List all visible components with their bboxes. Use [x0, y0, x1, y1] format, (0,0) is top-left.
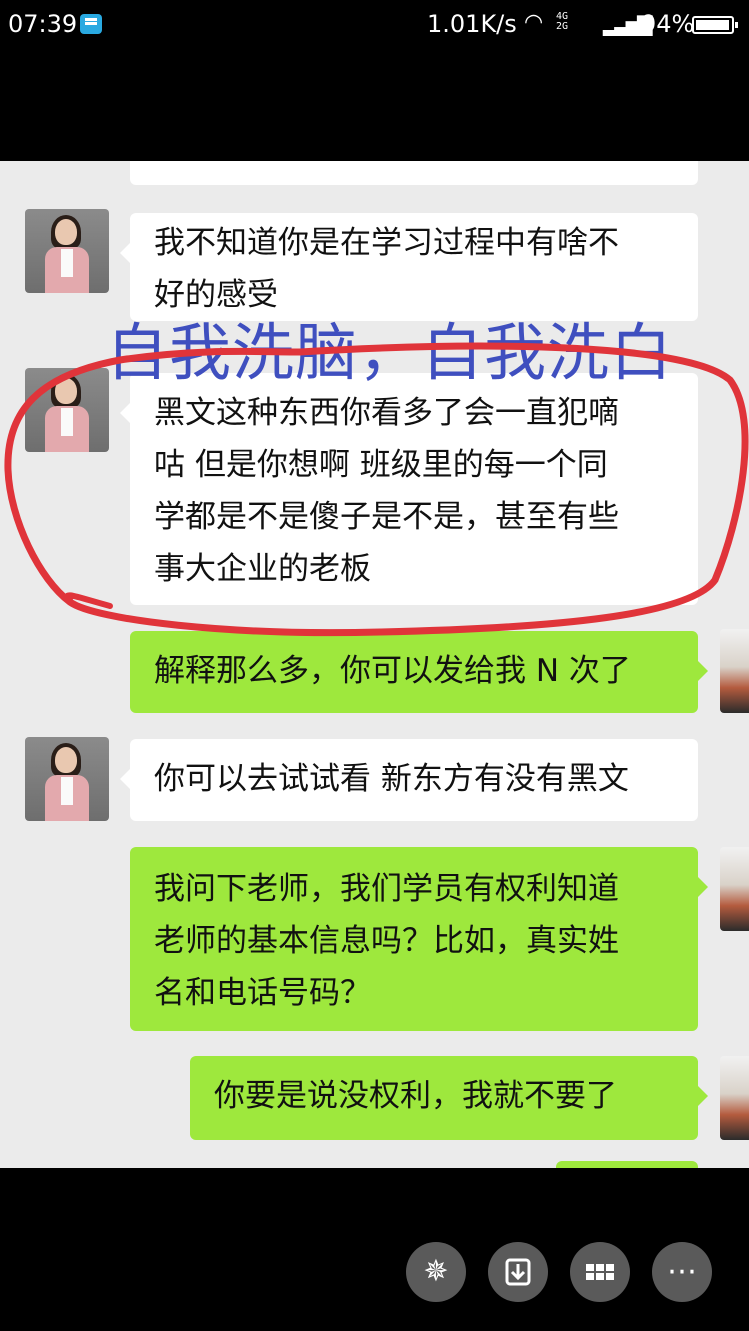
sent-message[interactable]: 解释那么多，你可以发给我 N 次了 — [130, 631, 708, 713]
message-line: 老师的基本信息吗？比如，真实姓 — [154, 923, 619, 959]
sent-message[interactable]: 我问下老师，我们学员有权利知道 老师的基本信息吗？比如，真实姓 名和电话号码？ — [130, 847, 708, 1031]
battery-icon — [692, 16, 738, 34]
message-line: 事大企业的老板 — [154, 551, 371, 587]
download-icon[interactable] — [488, 1242, 548, 1302]
received-message[interactable]: 黑文这种东西你看多了会一直犯嘀 咕 但是你想啊 班级里的每一个同 学都是不是傻子… — [120, 373, 698, 605]
message-line: 咕 但是你想啊 班级里的每一个同 — [154, 447, 608, 483]
sent-message[interactable]: 你要是说没权利，我就不要了 — [190, 1056, 708, 1140]
status-time: 07:39 — [8, 10, 78, 38]
message-line: 我不知道你是在学习过程中有啥不 — [154, 225, 619, 261]
message-line: 黑文这种东西你看多了会一直犯嘀 — [154, 395, 619, 431]
status-bar: 07:39 1.01K/s ◠ 4G 2G ▂▃▅▇ 94% — [0, 0, 749, 52]
grid-icon[interactable] — [570, 1242, 630, 1302]
message-line: 好的感受 — [154, 277, 278, 313]
message-line: 我问下老师，我们学员有权利知道 — [154, 871, 619, 907]
network-speed: 1.01K/s — [427, 10, 517, 38]
battery-percent: 94% — [641, 10, 695, 38]
my-avatar[interactable] — [720, 847, 749, 931]
message-line: 名和电话号码？ — [154, 975, 371, 1011]
received-message[interactable]: 我不知道你是在学习过程中有啥不 好的感受 — [120, 213, 698, 321]
bottom-toolbar — [0, 1168, 749, 1331]
message-line: 你要是说没权利，我就不要了 — [214, 1078, 617, 1114]
my-avatar[interactable] — [720, 1056, 749, 1140]
sent-message-partial — [556, 1161, 698, 1168]
network-type-bottom: 2G — [556, 21, 569, 32]
contact-avatar[interactable] — [25, 368, 109, 452]
network-type: 4G 2G — [556, 12, 568, 32]
contact-avatar[interactable] — [25, 737, 109, 821]
message-line: 学都是不是傻子是不是，甚至有些 — [154, 499, 619, 535]
my-avatar[interactable] — [720, 629, 749, 713]
message-notification-icon — [80, 14, 102, 34]
message-line: 解释那么多，你可以发给我 N 次了 — [154, 653, 631, 689]
contact-avatar[interactable] — [25, 209, 109, 293]
received-message[interactable]: 你可以去试试看 新东方有没有黑文 — [120, 739, 698, 821]
message-line: 你可以去试试看 新东方有没有黑文 — [154, 761, 629, 797]
overlay-annotation: 自我洗脑，自我洗白 — [106, 316, 674, 389]
pinwheel-icon[interactable]: ✵ — [406, 1242, 466, 1302]
chat-screenshot[interactable]: 我不知道你是在学习过程中有啥不 好的感受 黑文这种东西你看多了会一直犯嘀 咕 但… — [0, 161, 749, 1168]
wifi-icon: ◠ — [524, 10, 544, 35]
previous-message-bubble — [130, 161, 698, 185]
more-icon[interactable]: ⋯ — [652, 1242, 712, 1302]
